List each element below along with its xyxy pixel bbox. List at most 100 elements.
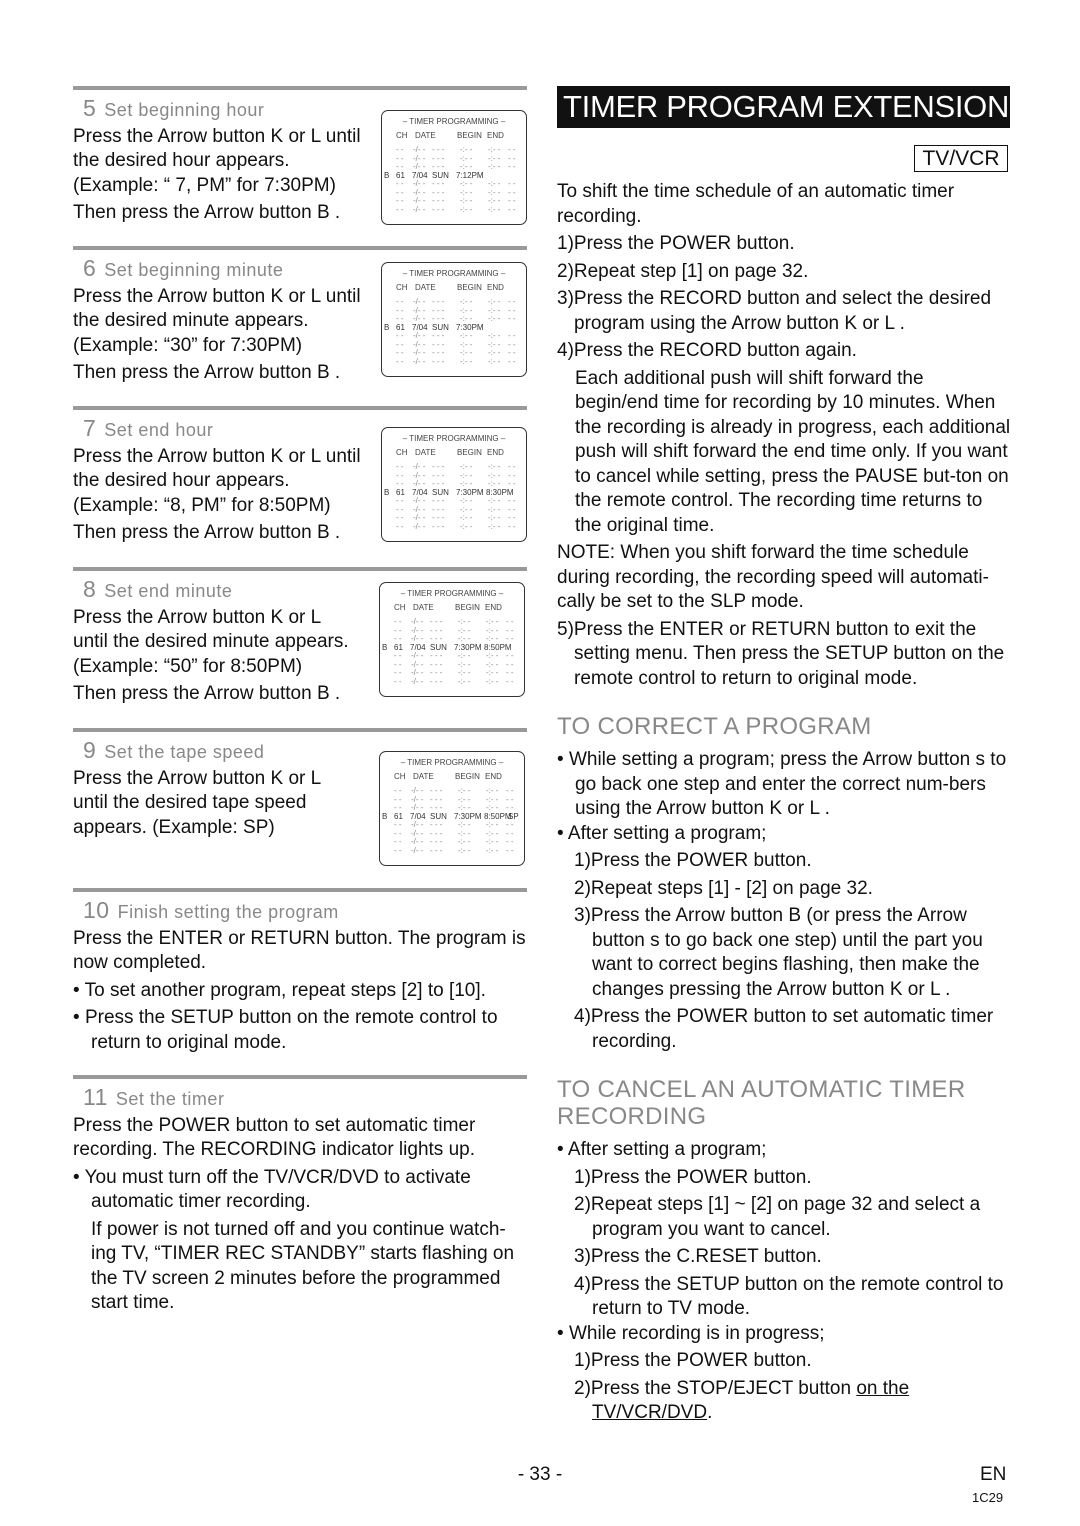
step: 5)Press the ENTER or RETURN button to ex… xyxy=(557,618,1005,689)
divider xyxy=(73,86,527,90)
empty-cell: - - xyxy=(394,676,402,686)
empty-row: - - -/- -- - - -:- - -:- -- - xyxy=(382,496,526,505)
empty-cell: -:- - xyxy=(458,676,471,686)
step-text: appears. (Example: SP) xyxy=(73,816,275,838)
step-text: the desired minute appears. xyxy=(73,310,309,331)
empty-row: - - -/- -- - - -:- - -:- -- - xyxy=(382,196,526,205)
empty-row: - - -/- -- - - -:- - -:- -- - xyxy=(380,668,524,677)
empty-cell: - - - xyxy=(430,676,443,686)
step-number: 10 xyxy=(83,897,110,923)
step-heading: 6 Set beginning minute xyxy=(83,256,373,283)
column-header: END xyxy=(485,772,502,781)
step-text: Then press the Arrow button B . xyxy=(73,362,341,383)
bullet: • While setting a program; press the Arr… xyxy=(557,749,1007,819)
screen-header: CH DATE BEGIN END xyxy=(382,283,526,297)
step-title: Set beginning minute xyxy=(104,260,284,280)
step-text: the desired hour appears. xyxy=(73,470,290,491)
step-heading: 10 Finish setting the program xyxy=(83,898,527,925)
empty-row: - - -/- -- - - -:- - -:- -- - xyxy=(380,820,524,829)
step-text: (Example: “30” for 7:30PM) xyxy=(73,334,303,356)
empty-cell: - - - xyxy=(432,204,445,214)
step-text: until the desired minute appears. xyxy=(73,631,349,652)
step-number: 5 xyxy=(83,95,97,121)
step-text: Press the ENTER or RETURN button. The pr… xyxy=(73,927,526,974)
step: 3)Press the Arrow button B (or press the… xyxy=(574,905,983,1000)
step-number: 9 xyxy=(83,737,97,763)
step-heading: 8 Set end minute xyxy=(83,577,373,604)
bullet-text: You must turn off the TV/VCR/DVD to acti… xyxy=(84,1166,471,1213)
step: 4)Press the SETUP button on the remote c… xyxy=(574,1273,1004,1320)
empty-cell: -:- - xyxy=(488,356,501,366)
empty-cell: - - xyxy=(396,356,404,366)
step: 2)Repeat steps [1] ~ [2] on page 32 and … xyxy=(574,1194,981,1240)
empty-row: - - -/- -- - - -:- - -:- -- - xyxy=(382,340,526,349)
step-text: Press the POWER button to set automatic … xyxy=(73,1114,476,1161)
step-text: until the desired tape speed xyxy=(73,792,307,813)
divider xyxy=(73,1075,527,1079)
step-title: Finish setting the program xyxy=(117,902,339,922)
bullet-text: Press the SETUP button on the remote con… xyxy=(84,1007,498,1053)
column-header: END xyxy=(487,448,504,457)
empty-cell: -:- - xyxy=(486,845,499,855)
bullet-text: While recording is in progress; xyxy=(568,1322,825,1344)
program-row: B 61 7/04 SUN 7:30PM xyxy=(382,323,526,332)
note: If power is not turned off and you conti… xyxy=(91,1218,515,1314)
step-number: 7 xyxy=(83,415,97,441)
empty-row: - - -/- -- - - -:- - -:- -- - xyxy=(382,145,526,154)
step-heading: 5 Set beginning hour xyxy=(83,96,373,123)
empty-row: - - -/- -- - - -:- - -:- -- - xyxy=(380,617,524,626)
subheading-correct: TO CORRECT A PROGRAM xyxy=(557,713,872,740)
step-11: 11 Set the timer Press the POWER button to… xyxy=(73,1085,527,1316)
step-text: (Example: “ 7, PM” for 7:30PM) xyxy=(73,174,336,196)
step-heading: 7 Set end hour xyxy=(83,416,373,443)
empty-row: - - -/- -- - - -:- - -:- -- - xyxy=(382,331,526,340)
right-column: To shift the time schedule of an automat… xyxy=(557,180,1012,1426)
step-number: 8 xyxy=(83,576,97,602)
bullet: • Press the SETUP button on the remote c… xyxy=(73,1007,498,1053)
column-header: CH xyxy=(394,772,406,781)
column-header: DATE xyxy=(415,448,436,457)
column-header: END xyxy=(487,131,504,140)
empty-cell: -/- - xyxy=(413,521,426,531)
column-header: BEGIN xyxy=(455,772,480,781)
timer-programming-screen: – TIMER PROGRAMMING – CH DATE BEGIN END - - -/… xyxy=(381,110,527,225)
program-row: B 61 7/04 SUN 7:30PM 8:50PM SP xyxy=(380,812,524,821)
empty-row: - - -/- -- - - -:- - -:- -- - xyxy=(380,846,524,855)
step: 2)Press the STOP/EJECT button on the TV/… xyxy=(557,1377,1012,1426)
column-header: CH xyxy=(396,448,408,457)
divider xyxy=(73,567,527,571)
empty-cell: -:- - xyxy=(458,845,471,855)
empty-cell: -:- - xyxy=(460,521,473,531)
empty-cell: - - xyxy=(508,204,516,214)
divider xyxy=(73,406,527,410)
step: 3)Press the RECORD button and select the… xyxy=(557,288,992,334)
divider xyxy=(73,246,527,250)
empty-row: - - -/- -- - - -:- - -:- -- - xyxy=(382,479,526,488)
step: 2)Repeat step [1] on page 32. xyxy=(557,260,809,282)
step-title: Set the timer xyxy=(115,1089,225,1109)
step-10: 10 Finish setting the program Press the EN… xyxy=(73,898,527,1055)
empty-row: - - -/- -- - - -:- - -:- -- - xyxy=(382,306,526,315)
empty-row: - - -/- -- - - -:- - -:- -- - xyxy=(382,179,526,188)
step-heading: 11 Set the timer xyxy=(83,1085,527,1112)
empty-cell: - - xyxy=(506,845,514,855)
step: 1)Press the POWER button. xyxy=(557,233,795,254)
empty-row: - - -/- -- - - -:- - -:- -- - xyxy=(382,162,526,171)
step: 4)Press the RECORD button again. xyxy=(557,340,857,361)
step-text: Press the Arrow button K or L xyxy=(73,606,322,628)
divider xyxy=(73,888,527,892)
column-header: DATE xyxy=(415,131,436,140)
step-text: Press the Arrow button K or L xyxy=(73,767,322,789)
step: 2)Repeat steps [1] - [2] on page 32. xyxy=(574,877,873,899)
empty-cell: -:- - xyxy=(460,204,473,214)
empty-cell: -/- - xyxy=(413,204,426,214)
column-header: BEGIN xyxy=(457,283,482,292)
empty-row: - - -/- -- - - -:- - -:- -- - xyxy=(380,837,524,846)
column-header: BEGIN xyxy=(457,448,482,457)
empty-cell: -/- - xyxy=(413,356,426,366)
step-text: . xyxy=(707,1402,713,1423)
empty-row: - - -/- -- - - -:- - -:- -- - xyxy=(380,634,524,643)
bullet: • After setting a program; xyxy=(557,822,767,844)
model-code: 1C29 xyxy=(972,1490,1004,1505)
step-8: 8 Set end minute Press the Arrow button K … xyxy=(73,577,373,707)
